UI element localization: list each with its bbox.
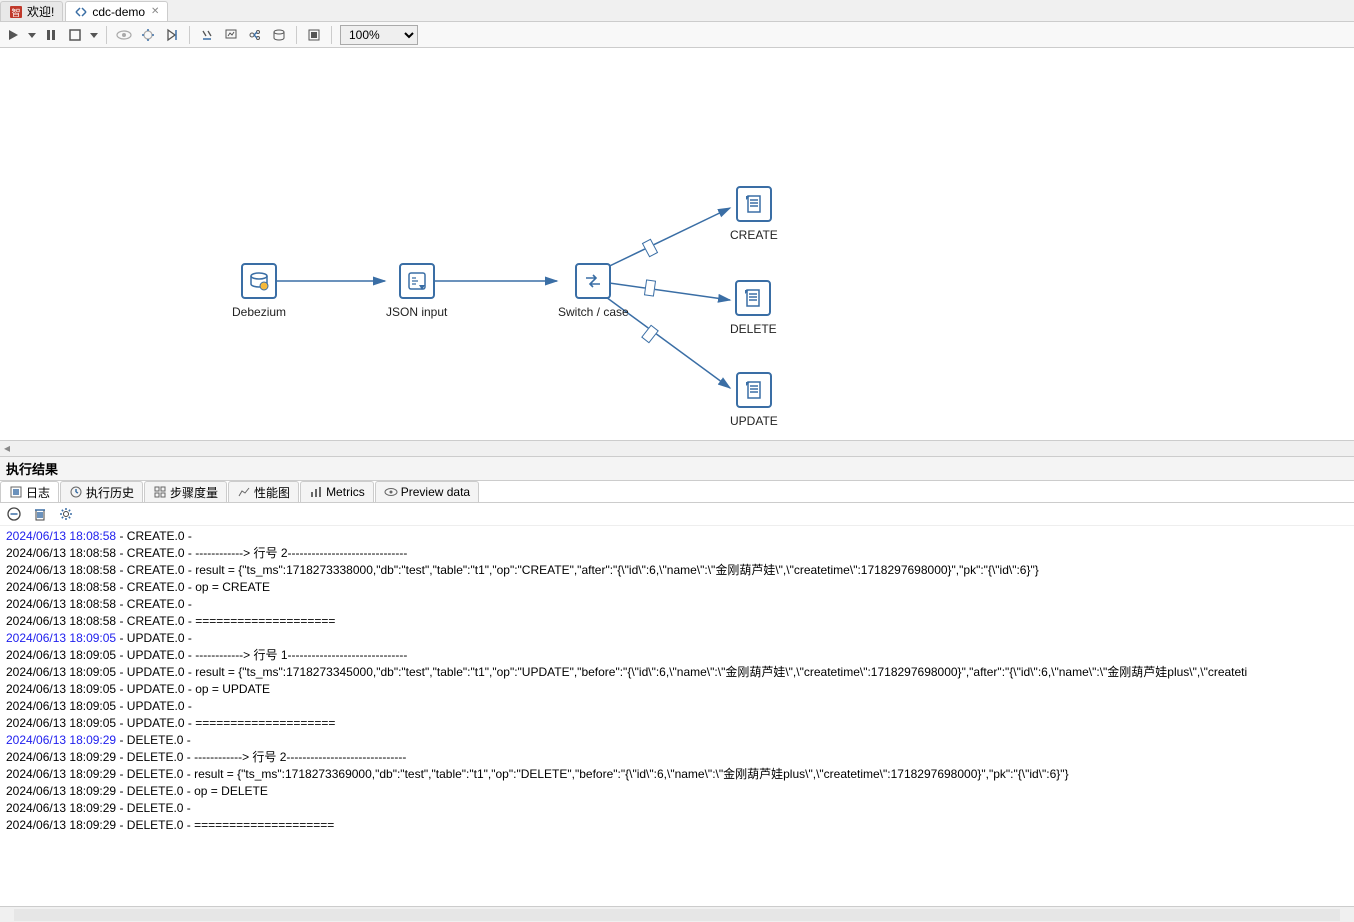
chart-icon [237, 485, 251, 499]
node-label: UPDATE [730, 414, 778, 428]
canvas-area[interactable]: Debezium JSON input Switch / case CREATE… [0, 48, 1354, 440]
separator [296, 26, 297, 44]
editor-tabs: 智 欢迎! cdc-demo ✕ [0, 0, 1354, 22]
node-label: Switch / case [558, 305, 629, 319]
node-label: DELETE [730, 322, 777, 336]
dropdown-icon[interactable] [90, 26, 98, 44]
node-label: Debezium [232, 305, 286, 319]
transform-icon [74, 5, 88, 19]
bar-icon [309, 485, 323, 499]
log-line: 2024/06/13 18:09:29 - DELETE.0 - op = DE… [6, 783, 1348, 800]
tab-cdc-demo[interactable]: cdc-demo ✕ [65, 1, 168, 21]
clear-log-button[interactable] [6, 506, 22, 522]
delete-button[interactable] [32, 506, 48, 522]
log-line: 2024/06/13 18:08:58 - CREATE.0 - =======… [6, 613, 1348, 630]
canvas-scrollbar[interactable]: ◂ [0, 440, 1354, 456]
tab-metrics[interactable]: Metrics [300, 481, 374, 502]
log-line: 2024/06/13 18:08:58 - CREATE.0 - -------… [6, 545, 1348, 562]
switch-icon [581, 269, 605, 293]
doc-icon [742, 192, 766, 216]
node-label: JSON input [386, 305, 447, 319]
panel-tabs: 日志 执行历史 步骤度量 性能图 Metrics Preview data [0, 481, 1354, 503]
settings-button[interactable] [58, 506, 74, 522]
node-json-input[interactable]: JSON input [386, 263, 447, 319]
dropdown-icon[interactable] [28, 26, 36, 44]
log-toolbar [0, 503, 1354, 526]
separator [106, 26, 107, 44]
clock-icon [69, 485, 83, 499]
results-title: 执行结果 [0, 456, 1354, 481]
node-switch-case[interactable]: Switch / case [558, 263, 629, 319]
impact-icon[interactable] [246, 26, 264, 44]
node-delete[interactable]: DELETE [730, 280, 777, 336]
preview-icon[interactable] [115, 26, 133, 44]
pause-button[interactable] [42, 26, 60, 44]
doc-icon [741, 286, 765, 310]
log-output[interactable]: 2024/06/13 18:08:58 - CREATE.0 - 2024/06… [0, 526, 1354, 906]
tab-cdc-demo-label: cdc-demo [92, 5, 145, 19]
log-line: 2024/06/13 18:09:29 - DELETE.0 - result … [6, 766, 1348, 783]
log-line: 2024/06/13 18:09:05 - UPDATE.0 - op = UP… [6, 681, 1348, 698]
analyze-icon[interactable] [222, 26, 240, 44]
json-icon [405, 269, 429, 293]
log-line: 2024/06/13 18:09:05 - UPDATE.0 - [6, 698, 1348, 715]
tab-perf-label: 性能图 [254, 484, 290, 501]
stop-button[interactable] [66, 26, 84, 44]
log-scrollbar[interactable] [0, 906, 1354, 922]
verify-icon[interactable] [198, 26, 216, 44]
tab-log-label: 日志 [26, 484, 50, 501]
run-button[interactable] [4, 26, 22, 44]
log-line: 2024/06/13 18:09:29 - DELETE.0 - [6, 732, 1348, 749]
close-icon[interactable]: ✕ [151, 6, 159, 17]
tab-history-label: 执行历史 [86, 484, 134, 501]
log-icon [9, 485, 23, 499]
node-update[interactable]: UPDATE [730, 372, 778, 428]
tab-history[interactable]: 执行历史 [60, 481, 143, 502]
log-line: 2024/06/13 18:08:58 - CREATE.0 - result … [6, 562, 1348, 579]
doc-icon [742, 378, 766, 402]
tab-step-metrics-label: 步骤度量 [170, 484, 218, 501]
log-line: 2024/06/13 18:09:05 - UPDATE.0 - result … [6, 664, 1348, 681]
log-line: 2024/06/13 18:09:05 - UPDATE.0 - -------… [6, 647, 1348, 664]
log-line: 2024/06/13 18:08:58 - CREATE.0 - op = CR… [6, 579, 1348, 596]
node-debezium[interactable]: Debezium [232, 263, 286, 319]
svg-text:智: 智 [11, 7, 20, 18]
node-label: CREATE [730, 228, 778, 242]
chevron-left-icon[interactable]: ◂ [0, 441, 14, 455]
debug-icon[interactable] [139, 26, 157, 44]
welcome-icon: 智 [9, 5, 23, 19]
tab-metrics-label: Metrics [326, 485, 365, 499]
grid-icon [153, 485, 167, 499]
separator [331, 26, 332, 44]
tab-welcome[interactable]: 智 欢迎! [0, 1, 63, 21]
log-line: 2024/06/13 18:09:05 - UPDATE.0 - [6, 630, 1348, 647]
eye-icon [384, 485, 398, 499]
log-line: 2024/06/13 18:09:05 - UPDATE.0 - =======… [6, 715, 1348, 732]
tab-step-metrics[interactable]: 步骤度量 [144, 481, 227, 502]
toolbar: 100% [0, 22, 1354, 48]
node-create[interactable]: CREATE [730, 186, 778, 242]
tab-preview[interactable]: Preview data [375, 481, 479, 502]
log-line: 2024/06/13 18:08:58 - CREATE.0 - [6, 596, 1348, 613]
sql-icon[interactable] [270, 26, 288, 44]
separator [189, 26, 190, 44]
log-line: 2024/06/13 18:08:58 - CREATE.0 - [6, 528, 1348, 545]
tab-preview-label: Preview data [401, 485, 470, 499]
log-line: 2024/06/13 18:09:29 - DELETE.0 - =======… [6, 817, 1348, 834]
replay-icon[interactable] [163, 26, 181, 44]
tab-welcome-label: 欢迎! [27, 3, 54, 20]
database-icon [247, 269, 271, 293]
log-line: 2024/06/13 18:09:29 - DELETE.0 - -------… [6, 749, 1348, 766]
tab-log[interactable]: 日志 [0, 481, 59, 502]
log-line: 2024/06/13 18:09:29 - DELETE.0 - [6, 800, 1348, 817]
tab-perf[interactable]: 性能图 [228, 481, 299, 502]
explore-icon[interactable] [305, 26, 323, 44]
zoom-select[interactable]: 100% [340, 25, 418, 45]
